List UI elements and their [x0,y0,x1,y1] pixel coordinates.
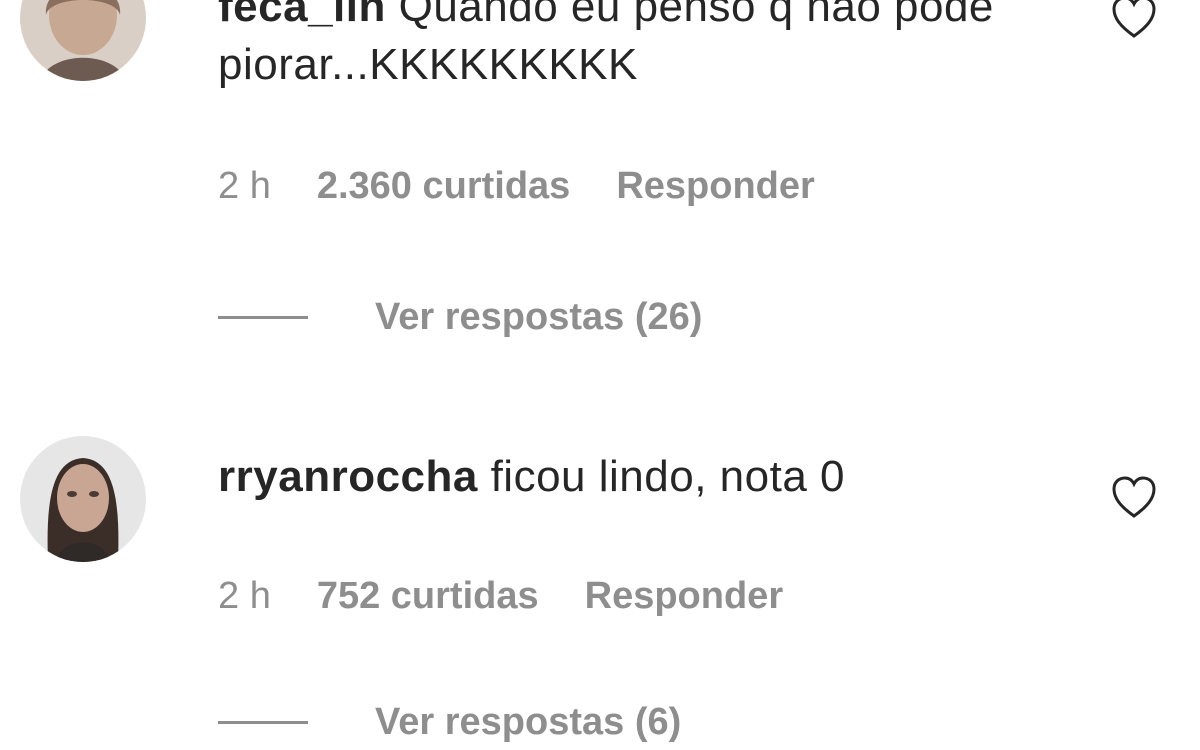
view-replies-label: Ver respostas (26) [375,296,703,338]
replies-divider [218,316,308,319]
heart-outline-icon [1112,476,1156,518]
reply-button[interactable]: Responder [616,164,814,208]
reply-button[interactable]: Responder [585,574,783,618]
comment-time: 2 h [218,575,271,617]
comment-body: feca_lin Quando eu penso q não pode pior… [218,0,1078,94]
avatar[interactable] [20,436,146,562]
comment-time: 2 h [218,165,271,207]
avatar[interactable] [20,0,146,81]
comment-username[interactable]: rryanroccha [218,452,478,501]
user-avatar-photo [20,436,146,562]
user-avatar-photo [20,0,146,81]
replies-divider [218,721,308,724]
comment-likes[interactable]: 752 curtidas [317,574,539,618]
like-button[interactable] [1110,0,1158,40]
comment-username[interactable]: feca_lin [218,0,386,31]
comment-likes[interactable]: 2.360 curtidas [317,164,570,208]
comment-meta: 2 h 752 curtidas Responder [218,574,783,618]
heart-outline-icon [1112,0,1156,38]
comment-body: rryanroccha ficou lindo, nota 0 [218,448,1078,506]
like-button[interactable] [1110,474,1158,520]
view-replies-button[interactable]: Ver respostas (26) [218,295,778,339]
comment-meta: 2 h 2.360 curtidas Responder [218,164,815,208]
view-replies-label: Ver respostas (6) [375,701,682,743]
view-replies-button[interactable]: Ver respostas (6) [218,700,758,744]
comment-text: ficou lindo, nota 0 [477,452,845,501]
